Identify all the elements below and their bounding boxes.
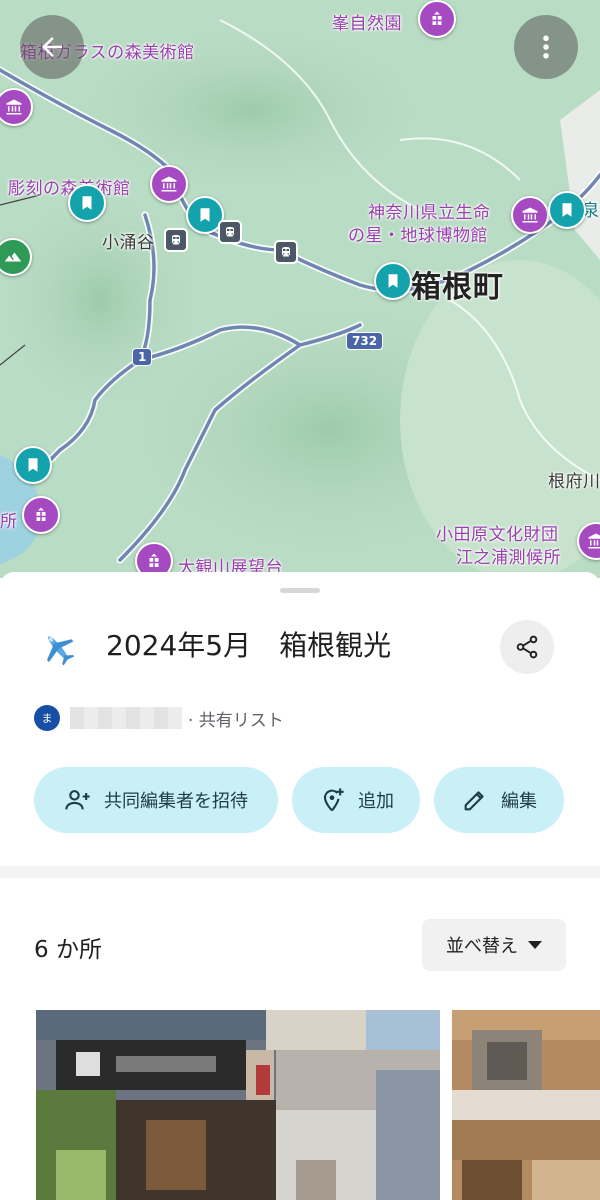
route-shield-1: 1 — [132, 348, 153, 366]
sort-label: 並べ替え — [446, 936, 518, 957]
museum-pin-kanagawa[interactable] — [511, 196, 549, 234]
add-place-label: 追加 — [358, 791, 394, 812]
route-shield-732: 732 — [346, 332, 384, 350]
list-title: 2024年5月 箱根観光 — [106, 629, 392, 662]
add-location-icon — [323, 788, 344, 812]
map-label-odawara-1[interactable]: 小田原文化財団 — [436, 520, 559, 545]
place-photo-2[interactable] — [452, 1010, 600, 1200]
edit-list-button[interactable]: 編集 — [434, 767, 564, 833]
map-label-kanagawa-museum-2[interactable]: の星・地球博物館 — [348, 221, 488, 246]
owner-avatar[interactable]: ま — [34, 705, 60, 731]
map-label-hakone-town[interactable]: 箱根町 — [411, 262, 504, 306]
attraction-icon — [149, 553, 159, 567]
museum-pin-sculpture[interactable] — [150, 165, 188, 203]
person-add-icon — [65, 790, 90, 810]
map-view[interactable]: 箱根ガラスの森美術館 峯自然園 彫刻の森美術館 小涌谷 神奈川県立生命 の星・地… — [0, 0, 600, 578]
attraction-icon — [36, 507, 46, 521]
map-label-kanagawa-museum-1[interactable]: 神奈川県立生命 — [368, 198, 491, 223]
bookmark-icon — [200, 208, 210, 222]
attraction-icon — [432, 11, 442, 25]
invite-collaborators-label: 共同編集者を招待 — [104, 791, 248, 812]
back-arrow-icon — [42, 37, 62, 57]
museum-pin-mine-garden[interactable] — [418, 0, 456, 38]
bookmark-icon — [562, 203, 572, 217]
dropdown-arrow-icon — [528, 941, 542, 949]
back-button[interactable] — [20, 15, 84, 79]
share-button[interactable] — [500, 620, 554, 674]
place-count: 6 か所 — [34, 937, 102, 963]
add-place-button[interactable]: 追加 — [292, 767, 420, 833]
train-station-icon[interactable] — [274, 240, 298, 264]
airplane-icon — [47, 636, 75, 666]
pencil-icon — [464, 791, 484, 811]
map-label-odawara-2[interactable]: 江之浦測候所 — [456, 543, 561, 568]
museum-pin-left[interactable] — [22, 496, 60, 534]
map-label-partial-left: 所 — [0, 512, 18, 532]
museum-icon — [522, 207, 538, 223]
saved-pin-right[interactable] — [548, 191, 586, 229]
pixelated-photo — [452, 1010, 600, 1200]
section-divider — [0, 866, 600, 878]
bookmark-icon — [28, 458, 38, 472]
more-vert-icon — [543, 35, 549, 59]
saved-pin-lake[interactable] — [14, 446, 52, 484]
bookmark-icon — [388, 274, 398, 288]
map-label-kowakidani[interactable]: 小涌谷 — [102, 228, 155, 253]
map-label-negabu[interactable]: 根府川 — [548, 467, 600, 492]
sort-button[interactable]: 並べ替え — [422, 919, 566, 971]
pixelated-photo — [36, 1010, 440, 1200]
shared-list-label: · 共有リスト — [188, 711, 284, 731]
invite-collaborators-button[interactable]: 共同編集者を招待 — [34, 767, 278, 833]
place-photo-1[interactable] — [36, 1010, 440, 1200]
train-station-icon[interactable] — [164, 228, 188, 252]
list-bottom-sheet: 2024年5月 箱根観光 ま · 共有リスト 共同編集者を招待 追加 編集 6 … — [0, 572, 600, 1200]
saved-pin-1[interactable] — [68, 184, 106, 222]
map-label-mine-garden[interactable]: 峯自然園 — [332, 9, 402, 34]
mountain-icon — [4, 252, 22, 262]
more-options-button[interactable] — [514, 15, 578, 79]
saved-pin-hakone[interactable] — [374, 262, 412, 300]
edit-list-label: 編集 — [501, 791, 537, 812]
share-icon — [516, 635, 538, 659]
train-station-icon[interactable] — [218, 220, 242, 244]
bookmark-icon — [82, 196, 92, 210]
museum-icon — [161, 176, 177, 192]
map-terrain — [0, 0, 600, 578]
drag-handle[interactable] — [280, 588, 320, 593]
owner-name-redacted — [70, 707, 182, 729]
museum-icon — [588, 533, 600, 549]
museum-icon — [6, 99, 22, 115]
